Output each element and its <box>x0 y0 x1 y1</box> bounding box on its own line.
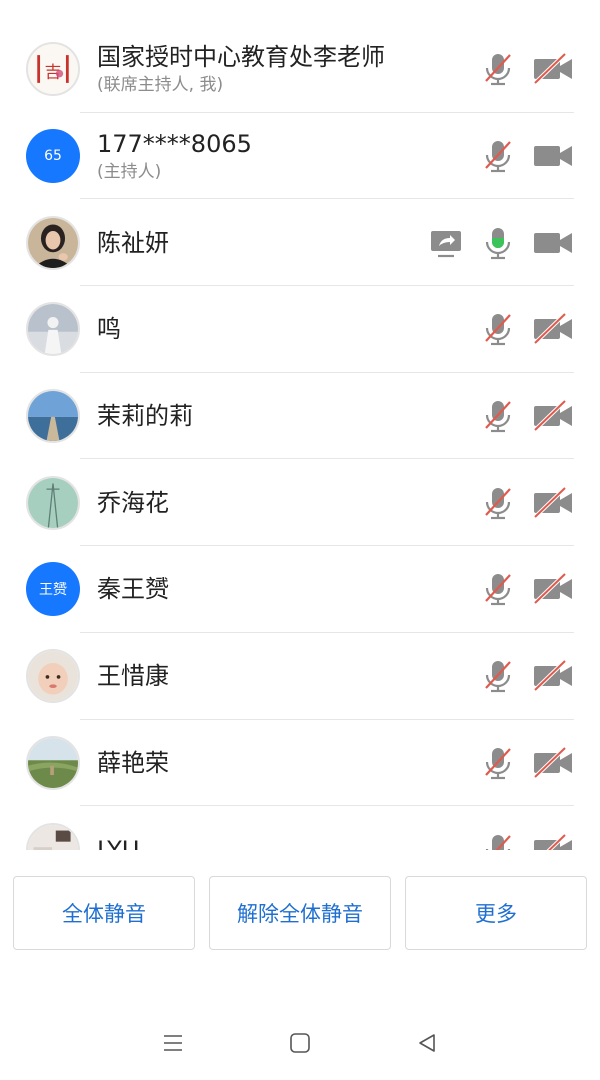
participant-avatar: 吉 <box>26 42 80 97</box>
action-bar: 全体静音 解除全体静音 更多 <box>13 876 587 950</box>
participant-name: 陈祉妍 <box>97 228 169 257</box>
screen-share-icon[interactable] <box>426 223 466 263</box>
system-nav-bar <box>0 1020 600 1066</box>
participant-names: 王惜康 <box>97 633 169 720</box>
participant-avatar <box>26 302 80 357</box>
logo-avatar-image: 吉 <box>28 44 78 95</box>
participant-controls <box>466 633 574 720</box>
participant-controls <box>466 459 574 546</box>
participant-avatar: 65 <box>26 129 80 184</box>
participant-avatar <box>26 649 80 704</box>
participant-avatar <box>26 215 80 270</box>
participant-names: 陈祉妍 <box>97 199 169 286</box>
menu-icon[interactable] <box>158 1028 188 1058</box>
participant-names: 177****8065 (主持人) <box>97 113 252 200</box>
participant-row[interactable]: LYU <box>0 806 600 850</box>
participant-avatar: 王赟 <box>26 562 80 617</box>
participant-controls <box>466 546 574 633</box>
mic-muted-icon[interactable] <box>478 396 518 436</box>
participant-row[interactable]: 吉 国家授时中心教育处李老师 (联席主持人, 我) <box>0 26 600 113</box>
camera-off-icon[interactable] <box>532 396 574 436</box>
participant-controls <box>466 806 574 850</box>
back-icon[interactable] <box>412 1028 442 1058</box>
participant-name: 秦王赟 <box>97 575 169 604</box>
participant-row[interactable]: 陈祉妍 <box>0 199 600 286</box>
participant-avatar <box>26 822 80 850</box>
mic-muted-icon[interactable] <box>478 483 518 523</box>
camera-on-icon[interactable] <box>532 223 574 263</box>
participant-names: 薛艳荣 <box>97 720 169 807</box>
home-icon[interactable] <box>285 1028 315 1058</box>
participant-name: 薛艳荣 <box>97 748 169 777</box>
mic-muted-icon[interactable] <box>478 830 518 850</box>
participant-names: 鸣 <box>97 286 121 373</box>
participant-controls <box>426 199 574 286</box>
portrait-avatar-image <box>28 217 78 268</box>
participant-row[interactable]: 65 177****8065 (主持人) <box>0 113 600 200</box>
pier-avatar-image <box>28 391 78 442</box>
mic-muted-icon[interactable] <box>478 309 518 349</box>
participant-controls <box>466 26 574 113</box>
mic-muted-icon[interactable] <box>478 569 518 609</box>
participant-avatar <box>26 735 80 790</box>
room-avatar-image <box>28 824 78 850</box>
participant-names: 茉莉的莉 <box>97 373 193 460</box>
participant-name: 国家授时中心教育处李老师 <box>97 43 385 72</box>
avatar-initials: 65 <box>44 148 62 165</box>
participant-controls <box>466 113 574 200</box>
participant-name: 王惜康 <box>97 662 169 691</box>
mute-all-button[interactable]: 全体静音 <box>13 876 195 950</box>
camera-on-icon[interactable] <box>532 136 574 176</box>
participant-row[interactable]: 薛艳荣 <box>0 720 600 807</box>
participant-name: LYU <box>97 835 140 850</box>
camera-off-icon[interactable] <box>532 569 574 609</box>
avatar-initials: 王赟 <box>39 582 67 599</box>
mic-muted-icon[interactable] <box>478 49 518 89</box>
participant-row[interactable]: 鸣 <box>0 286 600 373</box>
camera-off-icon[interactable] <box>532 483 574 523</box>
participant-name: 177****8065 <box>97 130 252 159</box>
mic-muted-icon[interactable] <box>478 136 518 176</box>
participant-row[interactable]: 王赟 秦王赟 <box>0 546 600 633</box>
participant-controls <box>466 286 574 373</box>
baby-avatar-image <box>28 651 78 702</box>
mic-muted-icon[interactable] <box>478 656 518 696</box>
participant-names: 秦王赟 <box>97 546 169 633</box>
participant-role: (联席主持人, 我) <box>97 75 224 96</box>
camera-off-icon[interactable] <box>532 656 574 696</box>
camera-off-icon[interactable] <box>532 743 574 783</box>
participant-names: LYU <box>97 806 139 850</box>
unmute-all-button[interactable]: 解除全体静音 <box>209 876 391 950</box>
participant-role: (主持人) <box>97 162 162 183</box>
participant-name: 鸣 <box>97 315 121 344</box>
more-button[interactable]: 更多 <box>405 876 587 950</box>
participant-name: 茉莉的莉 <box>97 402 193 431</box>
camera-off-icon[interactable] <box>532 309 574 349</box>
mic-muted-icon[interactable] <box>478 743 518 783</box>
tower-avatar-image <box>28 477 78 528</box>
participant-names: 乔海花 <box>97 459 169 546</box>
participant-names: 国家授时中心教育处李老师 (联席主持人, 我) <box>97 26 385 113</box>
camera-off-icon[interactable] <box>532 830 574 850</box>
participant-avatar <box>26 389 80 444</box>
camera-off-icon[interactable] <box>532 49 574 89</box>
participant-list[interactable]: 吉 国家授时中心教育处李老师 (联席主持人, 我) 65 177****8065… <box>0 26 600 850</box>
participant-name: 乔海花 <box>97 488 169 517</box>
participant-row[interactable]: 茉莉的莉 <box>0 373 600 460</box>
participant-controls <box>466 373 574 460</box>
mic-active-icon[interactable] <box>478 223 518 263</box>
participant-avatar <box>26 475 80 530</box>
landscape-avatar-image <box>28 737 78 788</box>
participant-controls <box>466 720 574 807</box>
participant-row[interactable]: 乔海花 <box>0 459 600 546</box>
figure-avatar-image <box>28 304 78 355</box>
participant-row[interactable]: 王惜康 <box>0 633 600 720</box>
